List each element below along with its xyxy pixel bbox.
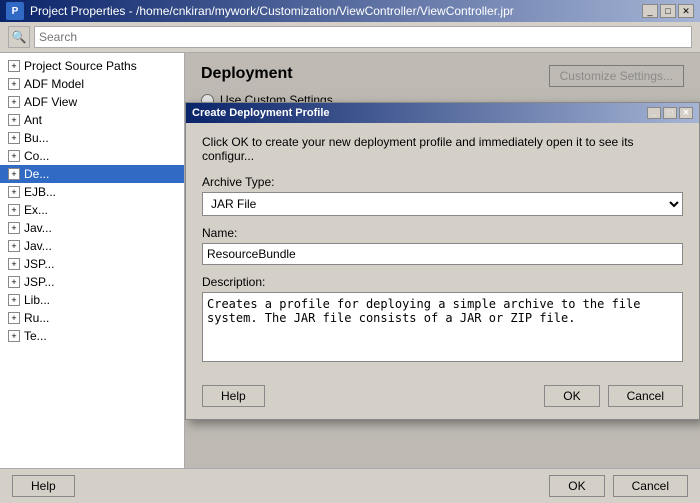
sidebar-label: Project Source Paths: [24, 59, 137, 73]
sidebar-item-run[interactable]: + Ru...: [0, 309, 184, 327]
archive-type-label: Archive Type:: [202, 175, 683, 189]
content-area: + Project Source Paths + ADF Model + ADF…: [0, 53, 700, 468]
bottom-bar: Help OK Cancel: [0, 468, 700, 503]
modal-overlay: Create Deployment Profile _ □ ✕ Click OK…: [185, 53, 700, 468]
sidebar-item-business[interactable]: + Bu...: [0, 129, 184, 147]
sidebar-item-adf-view[interactable]: + ADF View: [0, 93, 184, 111]
close-button[interactable]: ✕: [678, 4, 694, 18]
sidebar-label: Ru...: [24, 311, 49, 325]
expand-icon: +: [8, 132, 20, 144]
modal-minimize-button[interactable]: _: [647, 107, 661, 119]
modal-controls[interactable]: _ □ ✕: [647, 107, 693, 119]
title-bar-left: P Project Properties - /home/cnkiran/myw…: [6, 2, 514, 20]
main-panel: Deployment Customize Settings... Use Cus…: [185, 53, 700, 468]
sidebar-label: JSP...: [24, 257, 54, 271]
cancel-button[interactable]: Cancel: [613, 475, 688, 497]
modal-titlebar: Create Deployment Profile _ □ ✕: [186, 103, 699, 123]
sidebar-label: Lib...: [24, 293, 50, 307]
sidebar-item-project-source-paths[interactable]: + Project Source Paths: [0, 57, 184, 75]
sidebar-label: Jav...: [24, 221, 52, 235]
modal-cancel-button[interactable]: Cancel: [608, 385, 683, 407]
sidebar-label: ADF View: [24, 95, 77, 109]
sidebar-label: De...: [24, 167, 49, 181]
sidebar-label: ADF Model: [24, 77, 84, 91]
expand-icon: +: [8, 276, 20, 288]
minimize-button[interactable]: _: [642, 4, 658, 18]
modal-footer-right: OK Cancel: [544, 385, 683, 407]
sidebar-item-extension[interactable]: + Ex...: [0, 201, 184, 219]
name-input[interactable]: [202, 243, 683, 265]
expand-icon: +: [8, 114, 20, 126]
ok-button[interactable]: OK: [549, 475, 604, 497]
modal-body: Click OK to create your new deployment p…: [186, 123, 699, 377]
sidebar-label: Jav...: [24, 239, 52, 253]
expand-icon: +: [8, 150, 20, 162]
sidebar-label: Te...: [24, 329, 47, 343]
description-label: Description:: [202, 275, 683, 289]
expand-icon: +: [8, 240, 20, 252]
sidebar-item-jsp2[interactable]: + JSP...: [0, 273, 184, 291]
modal-help-button[interactable]: Help: [202, 385, 265, 407]
sidebar-item-deployment[interactable]: + De...: [0, 165, 184, 183]
sidebar-item-adf-model[interactable]: + ADF Model: [0, 75, 184, 93]
sidebar-label: Bu...: [24, 131, 49, 145]
sidebar: + Project Source Paths + ADF Model + ADF…: [0, 53, 185, 468]
sidebar-item-ant[interactable]: + Ant: [0, 111, 184, 129]
sidebar-item-java[interactable]: + Jav...: [0, 219, 184, 237]
expand-icon: +: [8, 204, 20, 216]
expand-icon: +: [8, 294, 20, 306]
sidebar-item-technology[interactable]: + Te...: [0, 327, 184, 345]
sidebar-item-java2[interactable]: + Jav...: [0, 237, 184, 255]
name-label: Name:: [202, 226, 683, 240]
sidebar-label: JSP...: [24, 275, 54, 289]
expand-icon: +: [8, 60, 20, 72]
sidebar-label: EJB...: [24, 185, 56, 199]
modal-title: Create Deployment Profile: [192, 107, 330, 119]
archive-type-select[interactable]: JAR File WAR File EAR File: [202, 192, 683, 216]
expand-icon: +: [8, 78, 20, 90]
modal-ok-button[interactable]: OK: [544, 385, 599, 407]
modal-close-button[interactable]: ✕: [679, 107, 693, 119]
expand-icon: +: [8, 312, 20, 324]
sidebar-item-libraries[interactable]: + Lib...: [0, 291, 184, 309]
main-window: 🔍 + Project Source Paths + ADF Model + A…: [0, 22, 700, 503]
maximize-button[interactable]: □: [660, 4, 676, 18]
expand-icon: +: [8, 168, 20, 180]
app-icon: P: [6, 2, 24, 20]
description-textarea[interactable]: Creates a profile for deploying a simple…: [202, 292, 683, 362]
sidebar-item-jsp[interactable]: + JSP...: [0, 255, 184, 273]
expand-icon: +: [8, 186, 20, 198]
search-input[interactable]: [34, 26, 692, 48]
sidebar-label: Ant: [24, 113, 42, 127]
search-icon: 🔍: [8, 26, 30, 48]
expand-icon: +: [8, 96, 20, 108]
expand-icon: +: [8, 258, 20, 270]
sidebar-label: Co...: [24, 149, 49, 163]
title-bar-text: Project Properties - /home/cnkiran/mywor…: [30, 4, 514, 18]
help-button[interactable]: Help: [12, 475, 75, 497]
search-bar: 🔍: [0, 22, 700, 53]
bottom-right-buttons: OK Cancel: [549, 475, 688, 497]
sidebar-label: Ex...: [24, 203, 48, 217]
title-bar-controls[interactable]: _ □ ✕: [642, 4, 694, 18]
create-deployment-profile-dialog: Create Deployment Profile _ □ ✕ Click OK…: [185, 102, 700, 420]
expand-icon: +: [8, 330, 20, 342]
modal-description: Click OK to create your new deployment p…: [202, 135, 683, 163]
modal-maximize-button[interactable]: □: [663, 107, 677, 119]
sidebar-item-ejb[interactable]: + EJB...: [0, 183, 184, 201]
modal-footer: Help OK Cancel: [186, 377, 699, 419]
title-bar: P Project Properties - /home/cnkiran/myw…: [0, 0, 700, 22]
expand-icon: +: [8, 222, 20, 234]
sidebar-item-compiler[interactable]: + Co...: [0, 147, 184, 165]
